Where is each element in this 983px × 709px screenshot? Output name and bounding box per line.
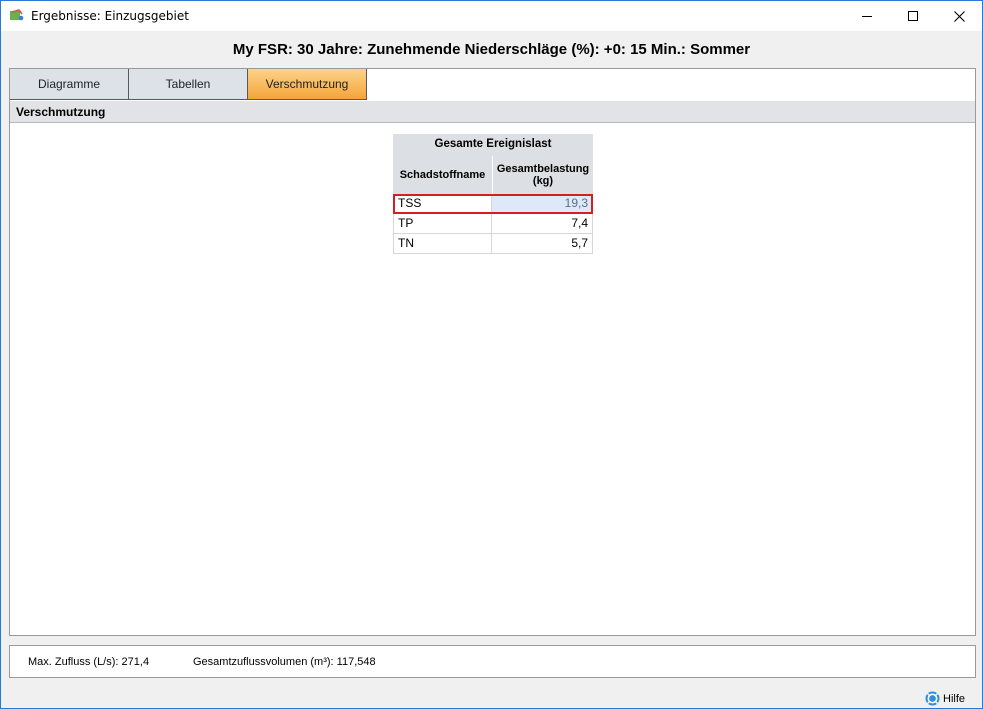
table-cell-value[interactable]: 5,7 [492,234,593,254]
close-icon [953,10,965,22]
section-header: Verschmutzung [10,100,975,123]
pollution-table: Gesamte Ereignislast Schadstoffname Gesa… [393,134,593,254]
results-window: Ergebnisse: Einzugsgebiet My FSR: 30 Jah… [0,0,983,709]
tab-diagramme[interactable]: Diagramme [10,69,129,100]
table-row[interactable]: TSS 19,3 [393,194,593,214]
maximize-button[interactable] [890,1,936,31]
help-button[interactable]: Hilfe [925,691,965,706]
max-inflow-value: 271,4 [121,656,150,668]
column-header-name[interactable]: Schadstoffname [393,156,492,194]
max-inflow: Max. Zufluss (L/s): 271,4 [28,656,149,668]
table-row[interactable]: TP 7,4 [393,214,593,234]
table-column-headers: Schadstoffname Gesamtbelastung (kg) [393,156,593,194]
tab-tabellen[interactable]: Tabellen [129,69,248,100]
table-row[interactable]: TN 5,7 [393,234,593,254]
table-group-header: Gesamte Ereignislast [393,134,593,156]
tab-strip: Diagramme Tabellen Verschmutzung [10,69,367,100]
total-volume-label: Gesamtzuflussvolumen (m³): [193,656,334,668]
help-label: Hilfe [943,692,966,705]
table-cell-value[interactable]: 7,4 [492,214,593,234]
table-cell-name[interactable]: TSS [393,194,492,214]
minimize-button[interactable] [844,1,890,31]
column-header-load[interactable]: Gesamtbelastung (kg) [492,156,593,194]
table-cell-name[interactable]: TP [393,214,492,234]
maximize-icon [907,10,918,21]
page-title: My FSR: 30 Jahre: Zunehmende Niederschlä… [232,41,751,58]
catchment-app-icon [10,9,24,21]
tab-verschmutzung[interactable]: Verschmutzung [248,69,367,100]
results-panel: Diagramme Tabellen Verschmutzung Verschm… [9,68,976,636]
window-title: Ergebnisse: Einzugsgebiet [31,9,189,23]
status-box: Max. Zufluss (L/s): 271,4 Gesamtzuflussv… [9,645,976,678]
help-icon [925,691,940,706]
max-inflow-label: Max. Zufluss (L/s): [28,656,119,668]
title-bar[interactable]: Ergebnisse: Einzugsgebiet [1,1,982,31]
table-cell-value[interactable]: 19,3 [492,194,593,214]
total-volume-value: 117,548 [336,656,376,668]
close-button[interactable] [936,1,982,31]
minimize-icon [861,15,872,17]
total-volume: Gesamtzuflussvolumen (m³): 117,548 [193,656,376,668]
table-cell-name[interactable]: TN [393,234,492,254]
